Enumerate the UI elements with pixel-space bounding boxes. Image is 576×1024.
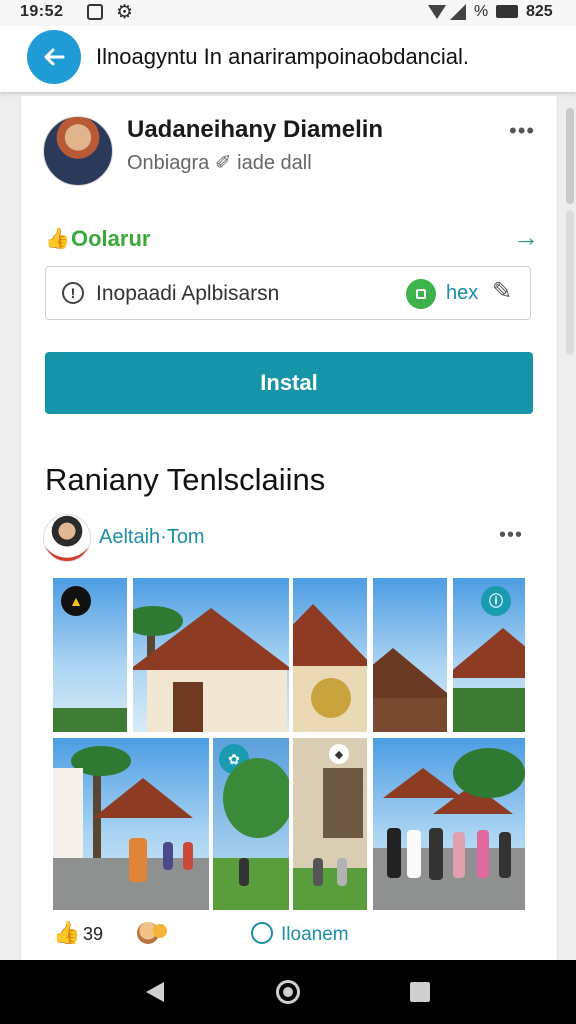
- status-number: 825: [526, 3, 553, 20]
- like-count: 39: [83, 924, 104, 944]
- gallery-photo[interactable]: ▲: [53, 578, 127, 732]
- post-footer: 👍 39 Iloanem: [43, 918, 539, 952]
- clock-icon[interactable]: [251, 922, 273, 944]
- scrollbar-thumb[interactable]: [566, 108, 574, 204]
- scrollbar-track[interactable]: [566, 210, 574, 355]
- thumbs-up-icon: 👍: [45, 228, 70, 250]
- install-button[interactable]: Instal: [45, 352, 533, 414]
- nav-recents-icon[interactable]: [410, 982, 430, 1002]
- app-title: Ilnoagyntu In anarirampoinaobdancial.: [96, 44, 470, 69]
- nav-back-icon[interactable]: [146, 982, 164, 1002]
- badge-icon: ◆: [329, 744, 349, 764]
- gallery-photo[interactable]: [133, 578, 289, 732]
- content-card: Uadaneihany Diamelin Onbiagra ✐ iade dal…: [20, 96, 558, 960]
- post-author-avatar[interactable]: [43, 514, 91, 562]
- profile-subtitle: Onbiagra ✐ iade dall: [127, 152, 312, 174]
- gallery-photo[interactable]: ◆: [293, 738, 367, 910]
- gallery-photo[interactable]: [373, 738, 525, 910]
- search-field[interactable]: ! Inopaadi Aplbisarsn hex ✎: [45, 266, 531, 320]
- like-icon[interactable]: 👍: [53, 920, 80, 946]
- profile-avatar[interactable]: [43, 116, 113, 186]
- more-options-icon[interactable]: •••: [509, 118, 535, 144]
- gallery-photo[interactable]: [293, 578, 367, 732]
- back-button[interactable]: [27, 30, 81, 84]
- system-nav-bar: [0, 960, 576, 1024]
- gallery-photo[interactable]: [53, 738, 209, 910]
- profile-name[interactable]: Uadaneihany Diamelin: [127, 116, 383, 144]
- battery-icon: [496, 5, 518, 18]
- pin-icon[interactable]: ✎: [492, 277, 512, 306]
- offer-row[interactable]: 👍 Oolarur →: [43, 222, 539, 254]
- battery-percent-text: %: [474, 3, 489, 20]
- info-badge-icon: ⓘ: [481, 586, 511, 616]
- app-bar: Ilnoagyntu In anarirampoinaobdancial.: [0, 26, 576, 92]
- nav-home-icon[interactable]: [276, 980, 300, 1004]
- comment-label[interactable]: Iloanem: [281, 924, 349, 946]
- status-time: 19:52: [20, 3, 64, 20]
- hex-label[interactable]: hex: [446, 282, 478, 305]
- notification-square-icon: [87, 4, 103, 20]
- app-logo-icon: ▲: [61, 586, 91, 616]
- wifi-icon: [428, 5, 446, 19]
- gallery-photo[interactable]: ✿: [213, 738, 289, 910]
- arrow-right-icon[interactable]: →: [513, 222, 539, 253]
- gear-icon: ⚙: [116, 2, 134, 23]
- signal-icon: [450, 4, 466, 20]
- green-status-icon[interactable]: [406, 279, 436, 309]
- back-arrow-icon: [44, 48, 65, 66]
- post-author-name[interactable]: Aeltaih·Tom: [99, 526, 205, 549]
- offer-label: Oolarur: [71, 226, 151, 251]
- gallery-photo[interactable]: [373, 578, 447, 732]
- reaction-emoji-icon: [153, 924, 167, 938]
- search-text: Inopaadi Aplbisarsn: [96, 282, 280, 305]
- info-icon: !: [62, 282, 84, 304]
- status-bar: 19:52 ⚙ % 825: [0, 0, 576, 26]
- post-more-options-icon[interactable]: •••: [499, 524, 523, 547]
- section-title: Raniany Tenlsclaiins: [45, 462, 326, 497]
- gallery-photo[interactable]: ⓘ: [453, 578, 525, 732]
